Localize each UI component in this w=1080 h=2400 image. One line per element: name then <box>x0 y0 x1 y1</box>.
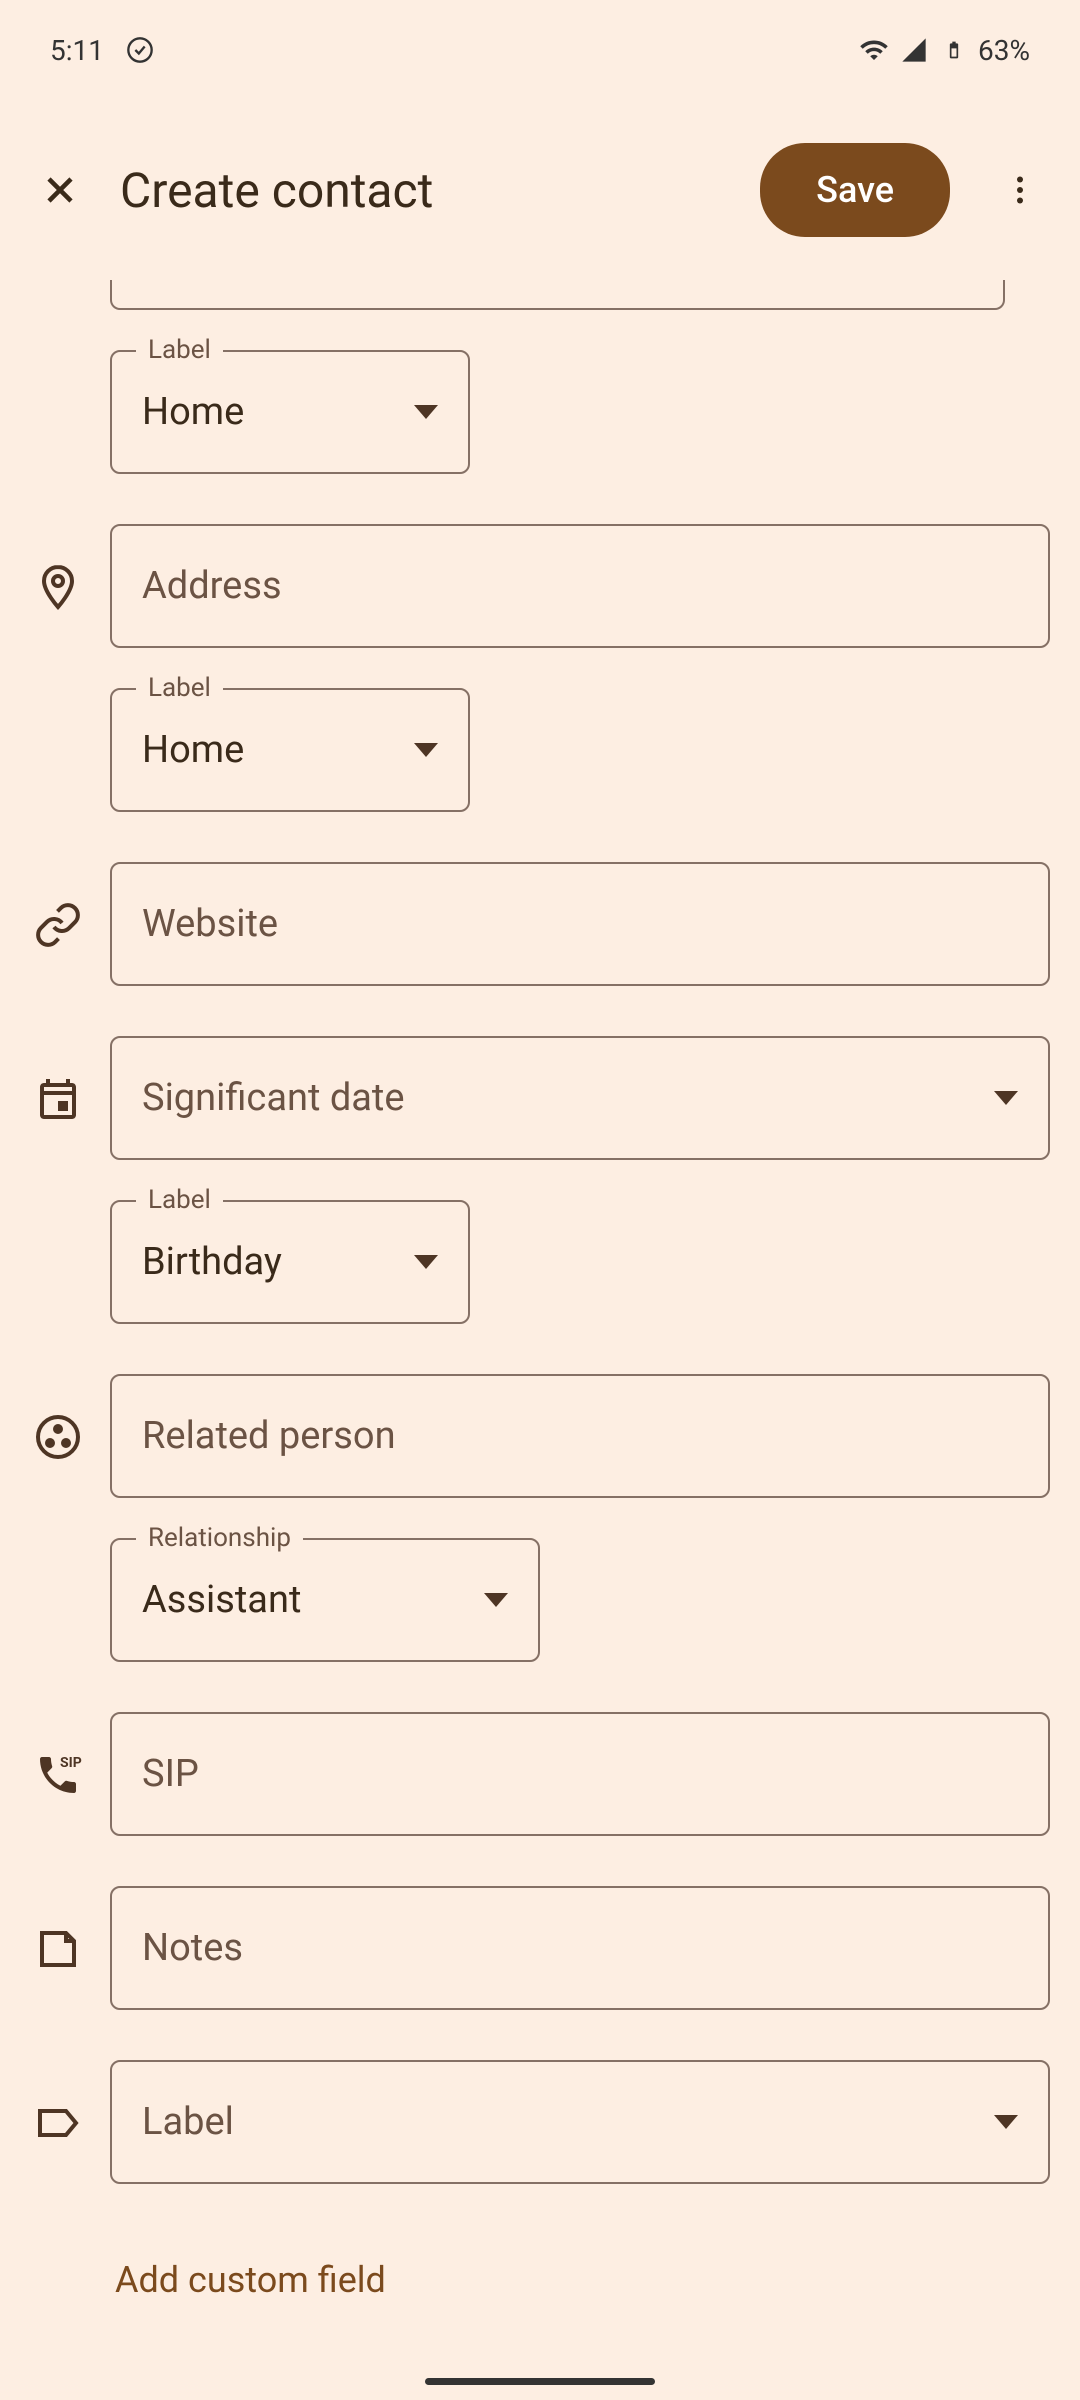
website-input[interactable] <box>110 862 1050 986</box>
status-bar: 5:11 63% <box>0 0 1080 100</box>
dropdown-value: Home <box>142 728 244 772</box>
date-label-dropdown[interactable]: Label Birthday <box>110 1200 470 1324</box>
label-dropdown[interactable]: Label <box>110 2060 1050 2184</box>
chevron-down-icon <box>994 1091 1018 1105</box>
svg-text:SIP: SIP <box>60 1755 82 1771</box>
chevron-down-icon <box>414 405 438 419</box>
nav-indicator <box>425 2378 655 2385</box>
field-legend: Relationship <box>136 1523 303 1553</box>
dropdown-value: Assistant <box>142 1578 301 1622</box>
sip-phone-icon: SIP <box>30 1747 85 1802</box>
close-button[interactable] <box>30 160 90 220</box>
more-vert-icon <box>1002 172 1038 208</box>
calendar-icon <box>30 1071 85 1126</box>
close-icon <box>38 168 82 212</box>
partial-field-above[interactable] <box>110 280 1005 310</box>
chevron-down-icon <box>484 1593 508 1607</box>
label-placeholder: Label <box>142 2100 234 2144</box>
location-icon <box>30 559 85 614</box>
notes-input[interactable] <box>110 1886 1050 2010</box>
check-circle-icon <box>124 34 156 66</box>
signal-icon <box>898 34 930 66</box>
app-header: Create contact Save <box>0 100 1080 280</box>
battery-icon <box>938 34 970 66</box>
chevron-down-icon <box>994 2115 1018 2129</box>
address-input[interactable] <box>110 524 1050 648</box>
notes-icon <box>30 1921 85 1976</box>
date-placeholder: Significant date <box>142 1076 405 1120</box>
save-button[interactable]: Save <box>760 143 950 237</box>
status-right: 63% <box>858 34 1030 67</box>
status-left: 5:11 <box>50 34 156 67</box>
link-icon <box>30 897 85 952</box>
status-time: 5:11 <box>50 34 104 67</box>
battery-percent: 63% <box>978 34 1030 67</box>
significant-date-dropdown[interactable]: Significant date <box>110 1036 1050 1160</box>
form-content: Label Home Label Home <box>0 280 1080 2400</box>
label-tag-icon <box>30 2095 85 2150</box>
sip-input[interactable] <box>110 1712 1050 1836</box>
add-custom-field-button[interactable]: Add custom field <box>115 2259 1050 2301</box>
page-title: Create contact <box>120 162 730 219</box>
email-label-dropdown[interactable]: Label Home <box>110 350 470 474</box>
dropdown-value: Home <box>142 390 244 434</box>
address-label-dropdown[interactable]: Label Home <box>110 688 470 812</box>
wifi-icon <box>858 34 890 66</box>
chevron-down-icon <box>414 743 438 757</box>
field-legend: Label <box>136 1185 223 1215</box>
field-legend: Label <box>136 335 223 365</box>
chevron-down-icon <box>414 1255 438 1269</box>
related-person-input[interactable] <box>110 1374 1050 1498</box>
related-person-icon <box>30 1409 85 1464</box>
more-options-button[interactable] <box>990 160 1050 220</box>
dropdown-value: Birthday <box>142 1240 282 1284</box>
relationship-dropdown[interactable]: Relationship Assistant <box>110 1538 540 1662</box>
field-legend: Label <box>136 673 223 703</box>
